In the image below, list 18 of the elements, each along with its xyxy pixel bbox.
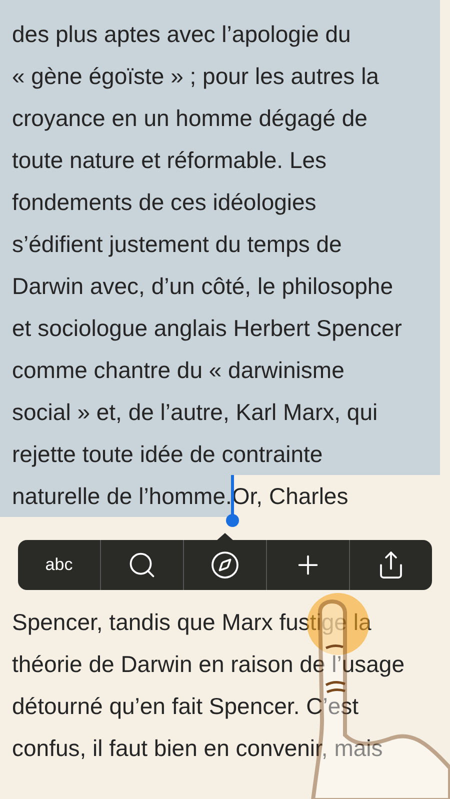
selected-text: rejette toute idée de contrainte [12, 440, 323, 469]
body-text: confus, il faut bien en convenir, mais [12, 734, 383, 763]
body-text: théorie de Darwin en raison de l’usage [12, 650, 405, 679]
selected-text: toute nature et réformable. Les [12, 146, 327, 175]
selected-text: croyance en un homme dégagé de [12, 104, 368, 133]
compass-icon [210, 550, 240, 580]
selected-text: Darwin avec, d’un côté, le philosophe [12, 272, 394, 301]
selected-text: et sociologue anglais Herbert Spencer [12, 314, 402, 343]
spelling-button[interactable]: abc [18, 540, 100, 590]
selected-text: social » et, de l’autre, Karl Marx, qui [12, 398, 378, 427]
selected-text: fondements de ces idéologies [12, 188, 316, 217]
selected-text: naturelle de l’homme. [0, 475, 232, 517]
selected-text: des plus aptes avec l’apologie du [12, 20, 351, 49]
selected-text: comme chantre du « darwinisme [12, 356, 344, 385]
body-text: détourné qu’en fait Spencer. C’est [12, 692, 359, 721]
selected-text: s’édifient justement du temps de [12, 230, 342, 259]
selected-text: « gène égoïste » ; pour les autres la [12, 62, 379, 91]
search-icon [127, 550, 157, 580]
